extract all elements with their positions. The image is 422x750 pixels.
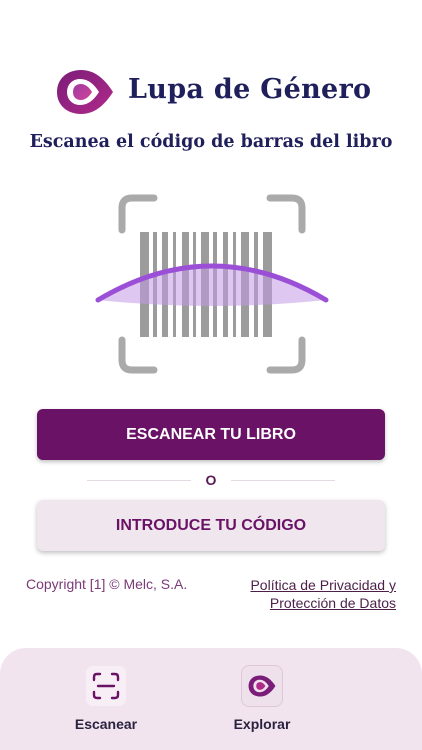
app-logo-icon	[57, 70, 113, 114]
app-header: Lupa de Género	[0, 64, 422, 120]
page-subtitle: Escanea el código de barras del libro	[29, 132, 393, 152]
enter-code-button[interactable]: INTRODUCE TU CÓDIGO	[37, 500, 385, 551]
privacy-policy-line-2[interactable]: Protección de Datos	[250, 594, 396, 612]
bottom-tab-bar: Escanear Explorar	[0, 648, 422, 750]
scan-book-button[interactable]: ESCANEAR TU LIBRO	[37, 409, 385, 460]
divider-line-right	[231, 480, 335, 481]
scan-icon[interactable]	[86, 666, 126, 706]
frame-corner-top-right	[266, 194, 306, 234]
tab-label-scan: Escanear	[74, 716, 138, 732]
tab-label-explore: Explorar	[233, 716, 291, 732]
frame-corner-bottom-right	[266, 336, 306, 374]
privacy-policy-link[interactable]: Política de Privacidad y Protección de D…	[250, 576, 396, 612]
privacy-policy-line-1[interactable]: Política de Privacidad y	[250, 576, 396, 594]
app-title: Lupa de Género	[128, 74, 372, 105]
frame-corner-bottom-left	[118, 336, 158, 374]
copyright-text: Copyright [1] © Melc, S.A.	[26, 576, 188, 592]
tab-explore[interactable]: Explorar	[192, 648, 332, 750]
eye-drop-icon[interactable]	[242, 666, 282, 706]
scan-glow	[98, 266, 326, 306]
frame-corner-top-left	[118, 194, 158, 234]
scan-icon-glyph	[92, 672, 120, 700]
explore-logo-icon	[248, 675, 276, 697]
or-divider: O	[87, 472, 335, 490]
tab-scan[interactable]: Escanear	[36, 648, 176, 750]
barcode-scan-illustration	[95, 194, 329, 374]
